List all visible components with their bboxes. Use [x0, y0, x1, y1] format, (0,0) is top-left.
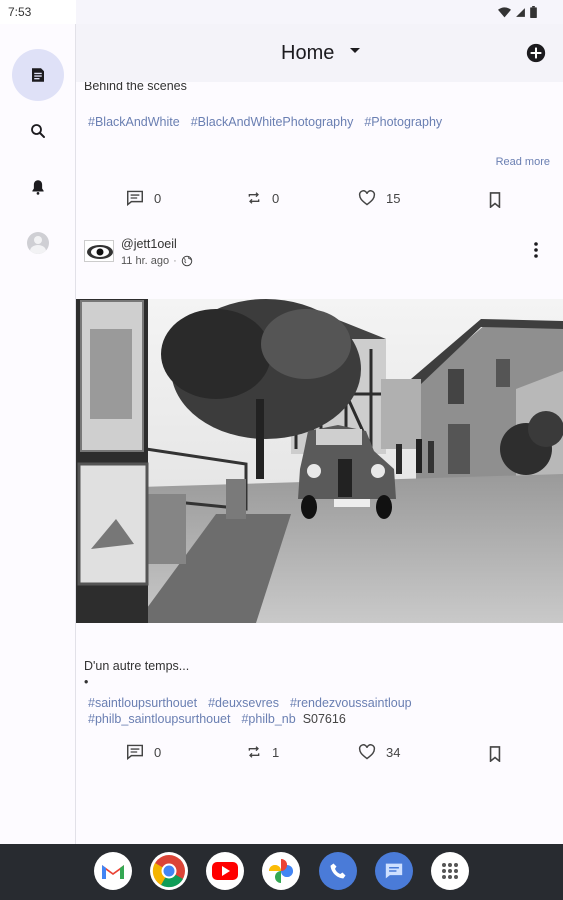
read-more-link[interactable]: Read more	[496, 156, 550, 168]
hashtag-link[interactable]: #BlackAndWhitePhotography	[191, 115, 354, 129]
messages-icon[interactable]	[375, 852, 413, 890]
post-time: 11 hr. ago	[121, 255, 170, 267]
tag-suffix-text: S07616	[302, 712, 346, 726]
navigation-rail	[0, 0, 76, 844]
more-vert-icon[interactable]	[534, 242, 538, 258]
hashtag-link[interactable]: #rendezvoussaintloup	[290, 696, 412, 710]
hashtag-link[interactable]: #deuxsevres	[208, 696, 279, 710]
globe-icon	[181, 255, 193, 267]
author-avatar[interactable]	[84, 240, 114, 262]
author-handle[interactable]: @jett1oeil	[121, 237, 177, 251]
phone-icon[interactable]	[319, 852, 357, 890]
heart-icon	[358, 744, 376, 760]
search-icon	[31, 124, 45, 138]
hashtag-link[interactable]: #philb_saintloupsurthouet	[88, 712, 230, 726]
boost-button[interactable]: 0	[246, 190, 358, 206]
hashtag-link[interactable]: #philb_nb	[241, 712, 295, 726]
post-text: D'un autre temps...	[84, 659, 190, 673]
chrome-icon[interactable]	[150, 852, 188, 890]
favourite-button[interactable]: 34	[358, 744, 400, 760]
nav-profile-button[interactable]	[12, 217, 64, 269]
comment-icon	[127, 190, 143, 206]
boost-count: 0	[272, 190, 280, 206]
reply-count: 0	[154, 190, 162, 206]
eye-logo-icon	[87, 245, 113, 259]
nav-search-button[interactable]	[12, 105, 64, 157]
add-circle-icon[interactable]	[525, 42, 547, 64]
battery-icon	[530, 6, 537, 18]
boost-button[interactable]: 1	[246, 744, 358, 760]
favourite-button[interactable]: 15	[358, 190, 400, 206]
post-tags: #saintloupsurthouet #deuxsevres #rendezv…	[88, 696, 528, 726]
signal-icon	[516, 7, 525, 17]
bell-icon	[32, 180, 44, 195]
post-actions: 0 1 34	[126, 744, 400, 760]
boost-count: 1	[272, 744, 280, 760]
heart-icon	[358, 190, 376, 206]
wifi-icon	[498, 6, 511, 17]
post-bullet: •	[84, 675, 89, 689]
bookmark-icon[interactable]	[488, 192, 502, 208]
nav-notifications-button[interactable]	[12, 161, 64, 213]
repeat-icon	[248, 746, 260, 758]
repeat-icon	[248, 192, 260, 204]
bookmark-icon[interactable]	[488, 746, 502, 762]
hashtag-link[interactable]: #Photography	[364, 115, 442, 129]
avatar-icon	[27, 232, 49, 254]
timeline-feed[interactable]: Behind the scenes #BlackAndWhite #BlackA…	[76, 82, 563, 844]
hashtag-link[interactable]: #saintloupsurthouet	[88, 696, 197, 710]
reply-button[interactable]: 0	[126, 744, 246, 760]
reply-count: 0	[154, 744, 162, 760]
page-title[interactable]: Home	[281, 42, 334, 65]
app-dock	[0, 844, 563, 900]
photos-icon[interactable]	[262, 852, 300, 890]
post-actions: 0 0 15	[126, 190, 400, 206]
feed-icon	[32, 68, 44, 82]
gmail-icon[interactable]	[94, 852, 132, 890]
post-tags: #BlackAndWhite #BlackAndWhitePhotography…	[88, 115, 528, 129]
hashtag-link[interactable]: #BlackAndWhite	[88, 115, 180, 129]
app-drawer-icon[interactable]	[431, 852, 469, 890]
favourite-count: 15	[386, 190, 401, 206]
post-image[interactable]	[76, 299, 563, 623]
favourite-count: 34	[386, 744, 401, 760]
nav-home-button[interactable]	[12, 49, 64, 101]
post-timestamp: 11 hr. ago ·	[121, 255, 193, 267]
status-icons	[498, 6, 537, 18]
top-app-bar: Home	[76, 24, 563, 82]
status-bar: 7:53	[0, 0, 563, 24]
youtube-icon[interactable]	[206, 852, 244, 890]
post-text: Behind the scenes	[84, 82, 187, 93]
reply-button[interactable]: 0	[126, 190, 246, 206]
status-time: 7:53	[8, 5, 32, 19]
chevron-down-icon[interactable]	[350, 48, 360, 54]
street-photo	[76, 299, 563, 623]
comment-icon	[127, 744, 143, 760]
